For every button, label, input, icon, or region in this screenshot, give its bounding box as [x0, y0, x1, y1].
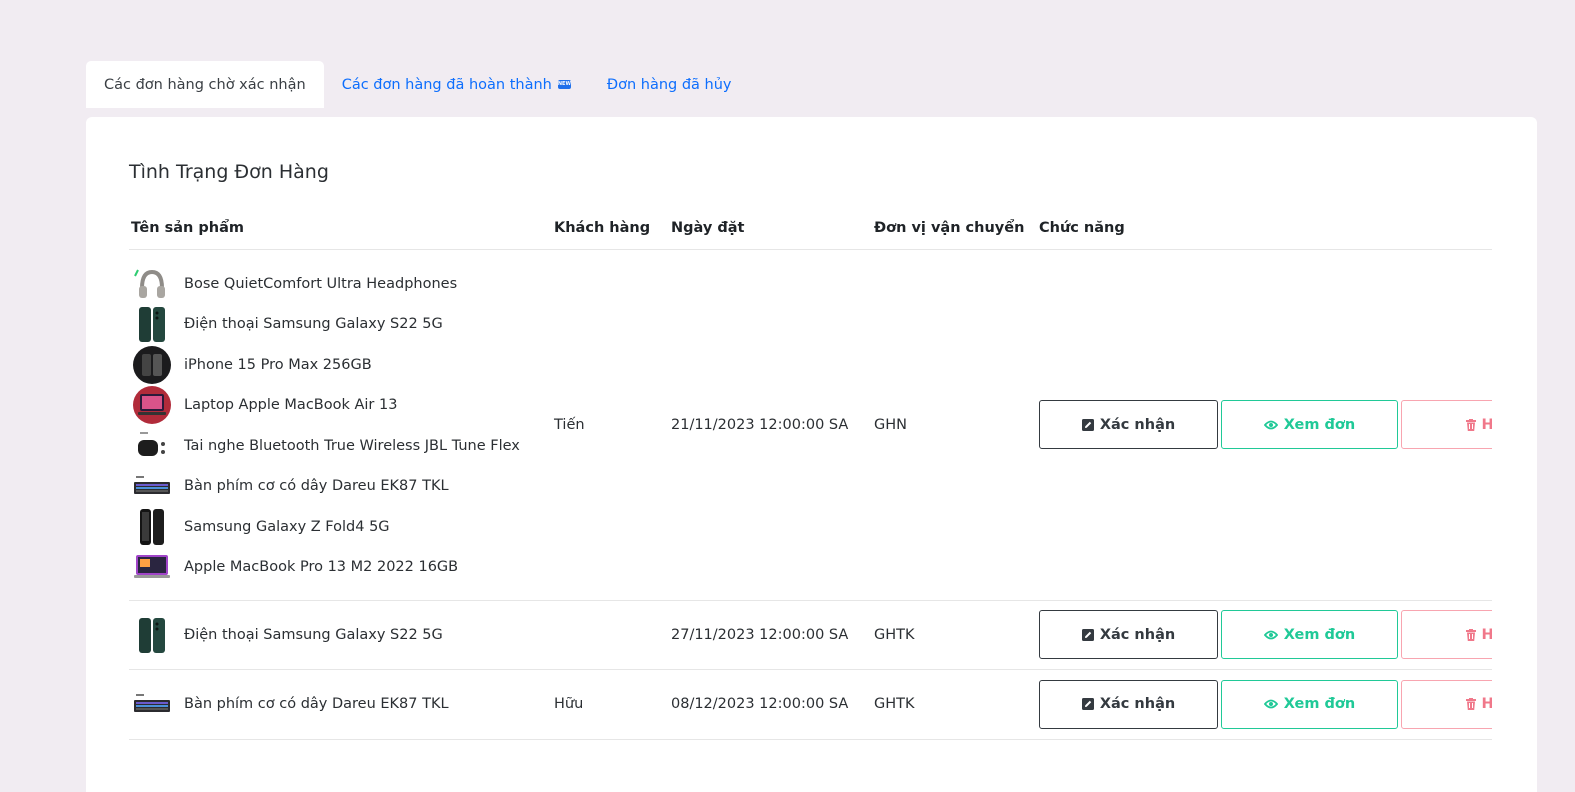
- button-label: Xem đơn: [1283, 696, 1356, 713]
- iphone-thumb: [131, 345, 173, 385]
- product-item: Bose QuietComfort Ultra Headphones: [131, 264, 550, 305]
- phone-green-thumb: [131, 304, 173, 344]
- view-order-button[interactable]: Xem đơn: [1221, 679, 1398, 729]
- view-order-button[interactable]: Xem đơn: [1221, 610, 1398, 660]
- button-label: Xem đơn: [1283, 416, 1356, 433]
- button-label: Xem đơn: [1283, 626, 1356, 643]
- tab-cancelled-orders[interactable]: Đơn hàng đã hủy: [589, 61, 750, 108]
- trash-icon: [1465, 698, 1476, 711]
- product-list: Bàn phím cơ có dây Dareu EK87 TKL: [131, 670, 550, 739]
- order-status-card: Tình Trạng Đơn Hàng Tên sản phẩm Khách h…: [86, 117, 1537, 792]
- tab-label: Các đơn hàng chờ xác nhận: [104, 76, 306, 93]
- button-label: Xác nhận: [1099, 696, 1176, 713]
- tab-label: Đơn hàng đã hủy: [606, 76, 732, 93]
- product-item: Bàn phím cơ có dây Dareu EK87 TKL: [131, 684, 550, 725]
- eye-icon: [1263, 699, 1278, 709]
- trash-icon: [1465, 418, 1476, 431]
- new-badge: NEW: [557, 80, 571, 89]
- product-item: Apple MacBook Pro 13 M2 2022 16GB: [131, 547, 550, 588]
- product-item: Bàn phím cơ có dây Dareu EK87 TKL: [131, 466, 550, 507]
- product-item: Tai nghe Bluetooth True Wireless JBL Tun…: [131, 426, 550, 467]
- table-row: Điện thoại Samsung Galaxy S22 5G 27/11/20…: [129, 600, 1492, 670]
- page-title: Tình Trạng Đơn Hàng: [129, 161, 329, 183]
- shipping-cell: GHTK: [872, 600, 1037, 670]
- product-item: iPhone 15 Pro Max 256GB: [131, 345, 550, 386]
- orders-table-scroll[interactable]: Tên sản phẩm Khách hàng Ngày đặt Đơn vị …: [129, 207, 1492, 792]
- edit-icon: [1081, 418, 1094, 431]
- actions-cell: Xác nhận Xem đơn Hủy: [1037, 249, 1492, 601]
- col-header-shipping: Đơn vị vận chuyển: [872, 207, 1037, 250]
- button-label: Hủy: [1481, 416, 1492, 433]
- order-tabs: Các đơn hàng chờ xác nhận Các đơn hàng đ…: [86, 61, 750, 108]
- product-item: Laptop Apple MacBook Air 13: [131, 385, 550, 426]
- table-header-row: Tên sản phẩm Khách hàng Ngày đặt Đơn vị …: [129, 207, 1492, 250]
- product-name: Điện thoại Samsung Galaxy S22 5G: [184, 626, 443, 643]
- orders-table-body: Bose QuietComfort Ultra Headphones Điện t…: [129, 249, 1492, 740]
- product-cell: Bàn phím cơ có dây Dareu EK87 TKL: [129, 669, 552, 740]
- product-cell: Điện thoại Samsung Galaxy S22 5G: [129, 600, 552, 670]
- orders-table: Tên sản phẩm Khách hàng Ngày đặt Đơn vị …: [129, 207, 1492, 740]
- earbuds-thumb: [131, 426, 173, 466]
- fold-phone-thumb: [131, 507, 173, 547]
- macbook-air-thumb: [131, 385, 173, 425]
- product-item: Điện thoại Samsung Galaxy S22 5G: [131, 615, 550, 656]
- headphones-thumb: [131, 264, 173, 304]
- button-label: Xác nhận: [1099, 626, 1176, 643]
- product-item: Samsung Galaxy Z Fold4 5G: [131, 507, 550, 548]
- button-label: Xác nhận: [1099, 416, 1176, 433]
- shipping-cell: GHTK: [872, 669, 1037, 740]
- eye-icon: [1263, 630, 1278, 640]
- col-header-product: Tên sản phẩm: [129, 207, 552, 250]
- product-list: Điện thoại Samsung Galaxy S22 5G: [131, 601, 550, 670]
- product-name: Bose QuietComfort Ultra Headphones: [184, 275, 458, 292]
- edit-icon: [1081, 698, 1094, 711]
- table-row: Bàn phím cơ có dây Dareu EK87 TKL Hữu 08/1…: [129, 669, 1492, 740]
- actions-cell: Xác nhận Xem đơn Hủy: [1037, 600, 1492, 670]
- product-cell: Bose QuietComfort Ultra Headphones Điện t…: [129, 249, 552, 601]
- confirm-button[interactable]: Xác nhận: [1039, 400, 1218, 449]
- button-label: Hủy: [1481, 626, 1492, 643]
- col-header-customer: Khách hàng: [552, 207, 669, 250]
- customer-cell: Tiến: [552, 249, 669, 601]
- product-item: Điện thoại Samsung Galaxy S22 5G: [131, 304, 550, 345]
- cancel-order-button[interactable]: Hủy: [1401, 400, 1492, 449]
- tab-pending-orders[interactable]: Các đơn hàng chờ xác nhận: [86, 61, 324, 108]
- customer-cell: Hữu: [552, 669, 669, 740]
- trash-icon: [1465, 628, 1476, 641]
- table-row: Bose QuietComfort Ultra Headphones Điện t…: [129, 249, 1492, 601]
- confirm-button[interactable]: Xác nhận: [1039, 679, 1218, 729]
- cancel-order-button[interactable]: Hủy: [1401, 610, 1492, 660]
- tab-completed-orders[interactable]: Các đơn hàng đã hoàn thành NEW: [324, 61, 589, 108]
- keyboard-thumb: [131, 466, 173, 506]
- customer-cell: [552, 600, 669, 670]
- view-order-button[interactable]: Xem đơn: [1221, 400, 1398, 449]
- phone-green-thumb: [131, 615, 173, 655]
- actions-cell: Xác nhận Xem đơn Hủy: [1037, 669, 1492, 740]
- product-name: Điện thoại Samsung Galaxy S22 5G: [184, 316, 443, 333]
- macbook-pro-thumb: [131, 547, 173, 587]
- date-cell: 27/11/2023 12:00:00 SA: [669, 600, 872, 670]
- product-name: Bàn phím cơ có dây Dareu EK87 TKL: [184, 478, 449, 495]
- tab-label: Các đơn hàng đã hoàn thành: [341, 76, 552, 93]
- confirm-button[interactable]: Xác nhận: [1039, 610, 1218, 660]
- button-label: Hủy: [1481, 696, 1492, 713]
- cancel-order-button[interactable]: Hủy: [1401, 679, 1492, 729]
- col-header-date: Ngày đặt: [669, 207, 872, 250]
- edit-icon: [1081, 628, 1094, 641]
- keyboard-thumb: [131, 684, 173, 724]
- col-header-actions: Chức năng: [1037, 207, 1492, 250]
- product-name: Samsung Galaxy Z Fold4 5G: [184, 518, 390, 535]
- product-name: Bàn phím cơ có dây Dareu EK87 TKL: [184, 696, 449, 713]
- product-name: Laptop Apple MacBook Air 13: [184, 397, 398, 414]
- product-name: Tai nghe Bluetooth True Wireless JBL Tun…: [184, 437, 520, 454]
- product-name: Apple MacBook Pro 13 M2 2022 16GB: [184, 559, 459, 576]
- shipping-cell: GHN: [872, 249, 1037, 601]
- date-cell: 08/12/2023 12:00:00 SA: [669, 669, 872, 740]
- product-name: iPhone 15 Pro Max 256GB: [184, 356, 372, 373]
- product-list: Bose QuietComfort Ultra Headphones Điện t…: [131, 250, 550, 600]
- eye-icon: [1263, 420, 1278, 430]
- date-cell: 21/11/2023 12:00:00 SA: [669, 249, 872, 601]
